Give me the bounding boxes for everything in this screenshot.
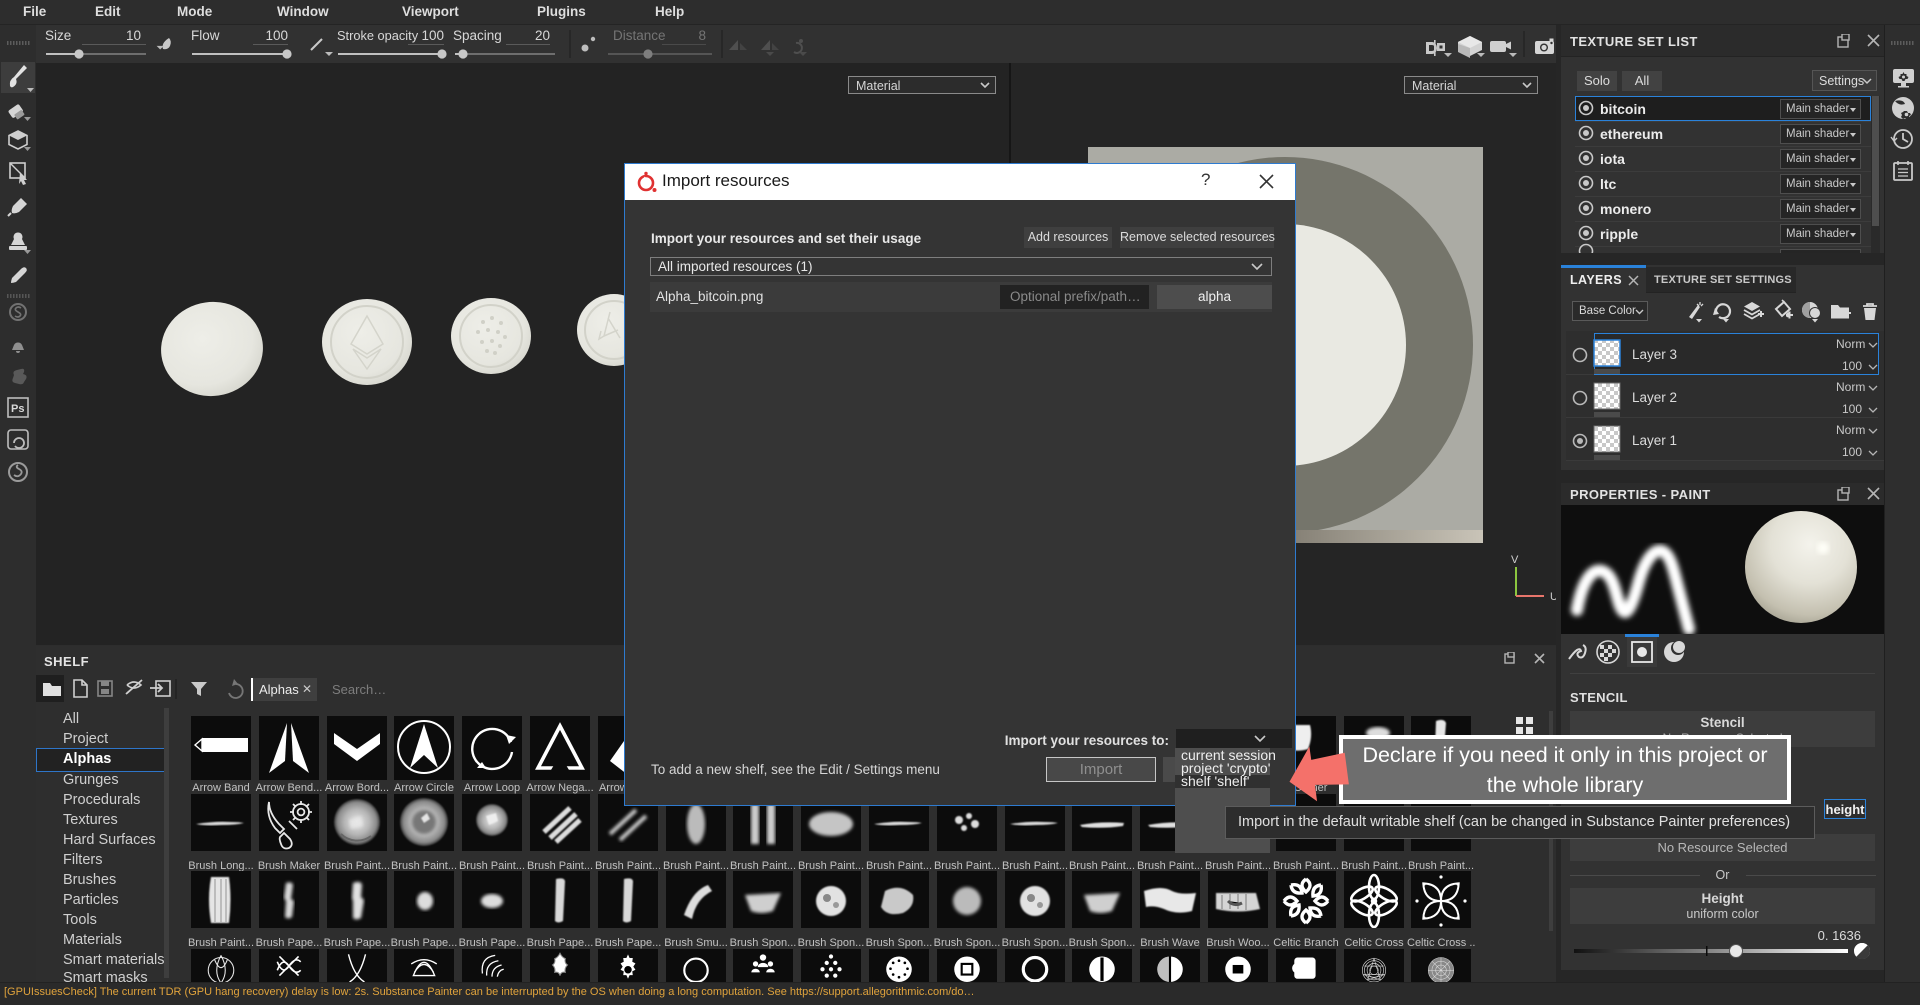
svg-text:Layer 3: Layer 3 [1632,347,1677,362]
svg-text:Flow: Flow [191,28,220,43]
svg-text:V: V [1511,554,1519,566]
svg-text:100: 100 [421,28,444,43]
svg-text:100: 100 [265,28,288,43]
svg-text:Norm: Norm [1836,337,1865,351]
svg-text:8: 8 [698,28,706,43]
svg-text:Norm: Norm [1836,423,1865,437]
svg-text:20: 20 [535,28,550,43]
svg-text:Spacing: Spacing [453,28,502,43]
svg-text:Distance: Distance [613,28,666,43]
svg-text:Norm: Norm [1836,380,1865,394]
svg-text:10: 10 [126,28,141,43]
svg-text:Ps: Ps [11,403,24,415]
svg-text:Stroke opacity: Stroke opacity [337,28,419,43]
svg-text:100: 100 [1842,445,1862,459]
svg-text:Size: Size [45,28,71,43]
svg-text:Layer 1: Layer 1 [1632,433,1677,448]
svg-text:100: 100 [1842,402,1862,416]
svg-text:100: 100 [1842,359,1862,373]
svg-text:Layer 2: Layer 2 [1632,390,1677,405]
